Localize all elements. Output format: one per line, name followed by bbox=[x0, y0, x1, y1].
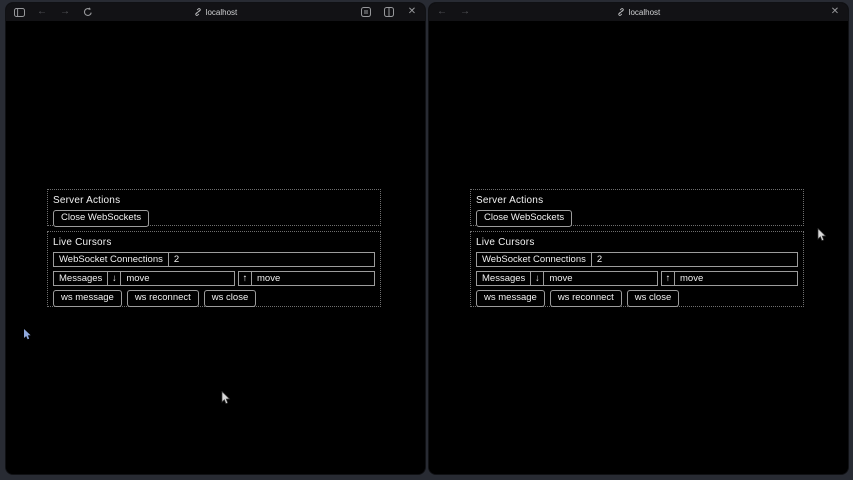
live-cursors-title: Live Cursors bbox=[53, 237, 375, 248]
ws-reconnect-button[interactable]: ws reconnect bbox=[127, 290, 199, 307]
server-actions-panel: Server Actions Close WebSockets bbox=[47, 189, 381, 226]
split-view-icon[interactable] bbox=[382, 5, 396, 19]
connections-row: WebSocket Connections 2 bbox=[476, 252, 798, 267]
ws-reconnect-button[interactable]: ws reconnect bbox=[550, 290, 622, 307]
down-message-value: move bbox=[121, 272, 234, 285]
reload-icon[interactable] bbox=[81, 5, 95, 19]
browser-window-right: ← → localhost ✕ Server Actions Close Web… bbox=[429, 3, 848, 474]
page-title: localhost bbox=[206, 8, 238, 17]
live-cursors-panel: Live Cursors WebSocket Connections 2 Mes… bbox=[47, 231, 381, 307]
link-icon bbox=[617, 8, 625, 16]
ws-buttons-row: ws message ws reconnect ws close bbox=[53, 290, 375, 307]
messages-row: Messages ↓ move ↑ move bbox=[53, 271, 375, 286]
server-actions-title: Server Actions bbox=[476, 195, 798, 206]
connections-value: 2 bbox=[169, 253, 374, 266]
messages-up-group: ↑ move bbox=[661, 271, 798, 286]
up-message-value: move bbox=[252, 272, 374, 285]
back-icon[interactable]: ← bbox=[435, 5, 449, 19]
messages-down-group: Messages ↓ move bbox=[476, 271, 658, 286]
connections-row: WebSocket Connections 2 bbox=[53, 252, 375, 267]
forward-icon[interactable]: → bbox=[58, 5, 72, 19]
up-message-value: move bbox=[675, 272, 797, 285]
titlebar[interactable]: ← → localhost ✕ bbox=[6, 3, 425, 21]
page-title: localhost bbox=[629, 8, 661, 17]
messages-label: Messages bbox=[477, 272, 531, 285]
close-websockets-button[interactable]: Close WebSockets bbox=[476, 210, 572, 227]
down-message-value: move bbox=[544, 272, 657, 285]
close-websockets-button[interactable]: Close WebSockets bbox=[53, 210, 149, 227]
sidebar-toggle-icon[interactable] bbox=[12, 5, 26, 19]
close-icon[interactable]: ✕ bbox=[828, 5, 842, 19]
ws-close-button[interactable]: ws close bbox=[627, 290, 679, 307]
page-content: Server Actions Close WebSockets Live Cur… bbox=[429, 21, 848, 474]
messages-row: Messages ↓ move ↑ move bbox=[476, 271, 798, 286]
reader-icon[interactable] bbox=[359, 5, 373, 19]
server-actions-panel: Server Actions Close WebSockets bbox=[470, 189, 804, 226]
up-arrow-icon: ↑ bbox=[239, 272, 252, 285]
server-actions-title: Server Actions bbox=[53, 195, 375, 206]
connections-value: 2 bbox=[592, 253, 797, 266]
down-arrow-icon: ↓ bbox=[108, 272, 121, 285]
messages-up-group: ↑ move bbox=[238, 271, 375, 286]
ws-message-button[interactable]: ws message bbox=[476, 290, 545, 307]
down-arrow-icon: ↓ bbox=[531, 272, 544, 285]
close-icon[interactable]: ✕ bbox=[405, 5, 419, 19]
messages-down-group: Messages ↓ move bbox=[53, 271, 235, 286]
connections-label: WebSocket Connections bbox=[54, 253, 169, 266]
connections-label: WebSocket Connections bbox=[477, 253, 592, 266]
ws-message-button[interactable]: ws message bbox=[53, 290, 122, 307]
back-icon[interactable]: ← bbox=[35, 5, 49, 19]
ws-close-button[interactable]: ws close bbox=[204, 290, 256, 307]
live-cursors-panel: Live Cursors WebSocket Connections 2 Mes… bbox=[470, 231, 804, 307]
address-title: localhost bbox=[429, 3, 848, 21]
messages-label: Messages bbox=[54, 272, 108, 285]
link-icon bbox=[194, 8, 202, 16]
live-cursors-title: Live Cursors bbox=[476, 237, 798, 248]
page-content: Server Actions Close WebSockets Live Cur… bbox=[6, 21, 425, 474]
up-arrow-icon: ↑ bbox=[662, 272, 675, 285]
browser-window-left: ← → localhost ✕ Server Actions Close Web… bbox=[6, 3, 425, 474]
forward-icon[interactable]: → bbox=[458, 5, 472, 19]
titlebar[interactable]: ← → localhost ✕ bbox=[429, 3, 848, 21]
ws-buttons-row: ws message ws reconnect ws close bbox=[476, 290, 798, 307]
